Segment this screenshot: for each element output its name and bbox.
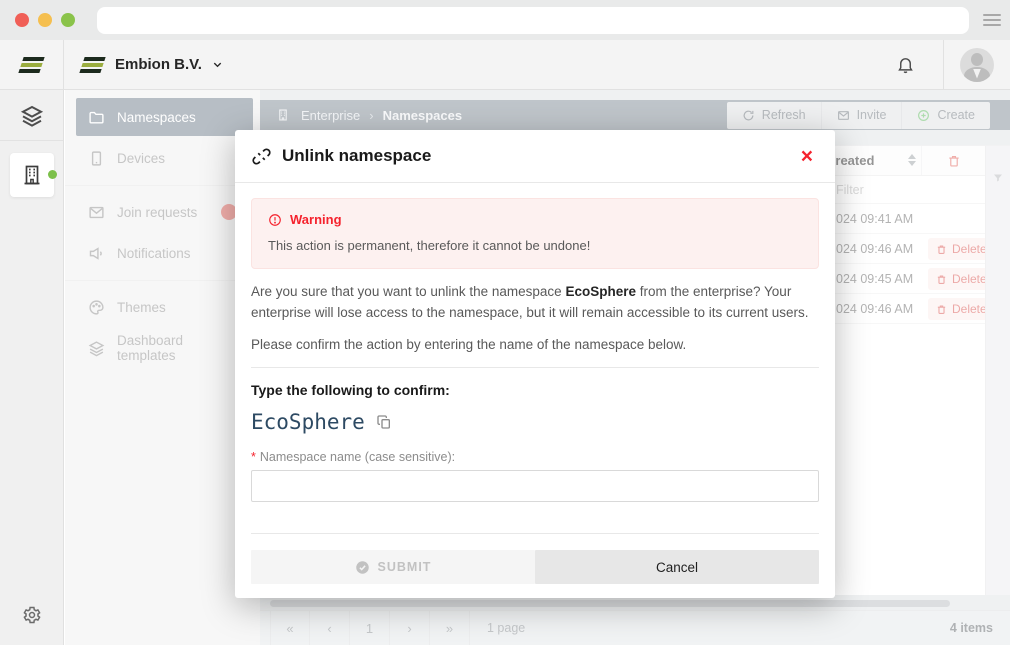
app-header: Embion B.V. xyxy=(0,40,1010,90)
warning-message: This action is permanent, therefore it c… xyxy=(268,238,802,253)
rail-divider xyxy=(0,140,63,141)
minimize-window-button[interactable] xyxy=(38,13,52,27)
embion-logo-icon xyxy=(19,57,44,73)
screen: Embion B.V. xyxy=(0,0,1010,645)
submit-button[interactable]: SUBMIT xyxy=(251,550,535,584)
gear-icon xyxy=(22,605,42,625)
unlink-namespace-modal: Unlink namespace × Warning This action i… xyxy=(235,130,835,598)
maximize-window-button[interactable] xyxy=(61,13,75,27)
platform-layers-icon[interactable] xyxy=(19,104,45,128)
unlink-icon xyxy=(251,146,272,167)
active-enterprise-button[interactable] xyxy=(10,153,54,197)
warning-alert: Warning This action is permanent, theref… xyxy=(251,198,819,269)
header-divider xyxy=(943,40,944,89)
warning-title: Warning xyxy=(290,212,342,227)
cancel-button[interactable]: Cancel xyxy=(535,550,819,584)
namespace-name-input[interactable] xyxy=(251,470,819,502)
enterprise-online-dot xyxy=(48,170,57,179)
embion-logo-icon xyxy=(80,57,105,73)
divider xyxy=(251,367,819,368)
submit-label: SUBMIT xyxy=(378,560,432,574)
browser-menu-icon[interactable] xyxy=(983,14,1001,26)
check-circle-icon xyxy=(355,560,370,575)
confirm-instruction: Please confirm the action by entering th… xyxy=(251,337,819,352)
modal-footer: SUBMIT Cancel xyxy=(251,533,819,598)
confirm-heading: Type the following to confirm: xyxy=(251,382,819,398)
confirm-question: Are you sure that you want to unlink the… xyxy=(251,282,819,324)
exclamation-circle-icon xyxy=(268,213,282,227)
close-icon[interactable]: × xyxy=(795,144,819,169)
close-window-button[interactable] xyxy=(15,13,29,27)
namespace-code-text: EcoSphere xyxy=(251,410,365,434)
building-icon xyxy=(20,163,44,187)
cancel-label: Cancel xyxy=(656,560,698,575)
notifications-bell-button[interactable] xyxy=(868,40,943,89)
modal-body: Warning This action is permanent, theref… xyxy=(235,183,835,518)
enterprise-switcher[interactable]: Embion B.V. xyxy=(80,56,223,73)
enterprise-name: Embion B.V. xyxy=(115,56,202,73)
namespace-input-label: *Namespace name (case sensitive): xyxy=(251,450,819,464)
browser-chrome xyxy=(0,0,1010,40)
modal-title: Unlink namespace xyxy=(282,146,431,166)
copy-icon[interactable] xyxy=(376,414,392,430)
namespace-name-bold: EcoSphere xyxy=(565,284,636,299)
modal-header: Unlink namespace × xyxy=(235,130,835,183)
user-avatar[interactable] xyxy=(960,48,994,82)
bell-icon xyxy=(896,55,915,74)
left-rail xyxy=(0,90,64,645)
chevron-down-icon xyxy=(212,59,223,70)
app-logo xyxy=(0,40,64,89)
url-bar[interactable] xyxy=(97,7,969,34)
required-asterisk: * xyxy=(251,450,256,464)
settings-button[interactable] xyxy=(0,605,63,625)
window-controls xyxy=(15,13,75,27)
